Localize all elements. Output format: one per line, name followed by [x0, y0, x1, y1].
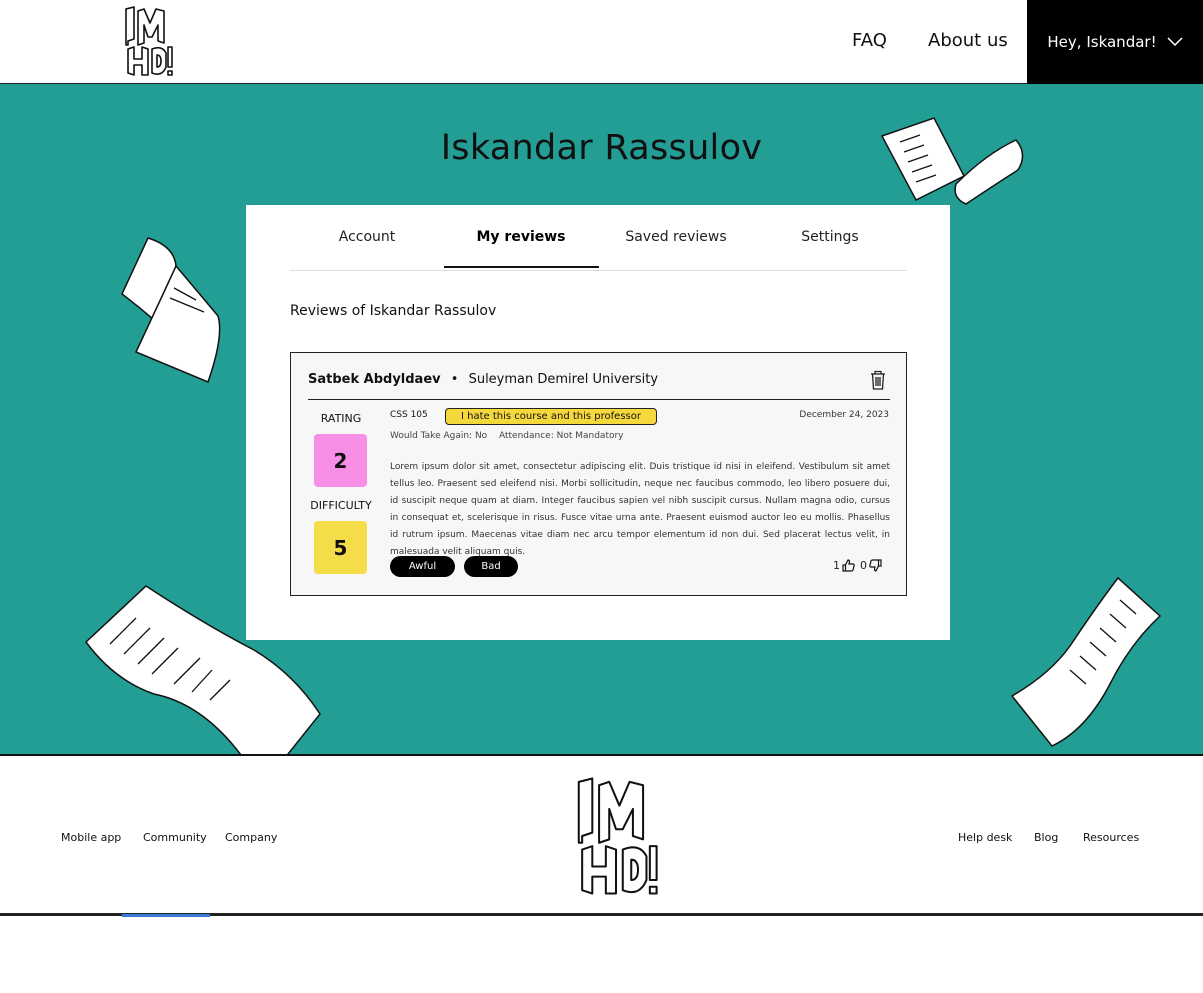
- review-header: Satbek Abdyldaev • Suleyman Demirel Univ…: [308, 372, 658, 387]
- review-card: Satbek Abdyldaev • Suleyman Demirel Univ…: [290, 352, 907, 596]
- site-header: FAQ About us Hey, Iskandar!: [0, 0, 1203, 84]
- header-separator: •: [450, 372, 459, 387]
- section-title: Reviews of Iskandar Rassulov: [290, 303, 497, 319]
- would-take-again: Would Take Again: No: [390, 431, 488, 441]
- footer-link-community[interactable]: Community: [143, 831, 207, 844]
- chevron-down-icon: [1167, 37, 1183, 47]
- tab-account[interactable]: Account: [290, 229, 444, 245]
- course-code: CSS 105: [390, 410, 428, 420]
- footer-link-help-desk[interactable]: Help desk: [958, 831, 1012, 844]
- profile-tabs: Account My reviews Saved reviews Setting…: [290, 205, 907, 271]
- footer-link-blog[interactable]: Blog: [1034, 831, 1058, 844]
- rating-score: 2: [314, 434, 367, 487]
- footer-link-resources[interactable]: Resources: [1083, 831, 1139, 844]
- rating-label: RATING: [320, 412, 362, 425]
- tab-settings[interactable]: Settings: [753, 229, 907, 245]
- thumbs-down-icon: [869, 559, 882, 572]
- dislike-count: 0: [860, 559, 867, 572]
- difficulty-label: DIFFICULTY: [310, 499, 372, 512]
- tab-saved-reviews[interactable]: Saved reviews: [599, 229, 753, 245]
- user-menu-button[interactable]: Hey, Iskandar!: [1027, 0, 1203, 84]
- active-tab-indicator: [444, 266, 599, 268]
- paper-sheet-decoration: [1010, 576, 1162, 747]
- imho-logo[interactable]: [122, 5, 174, 77]
- footer-link-mobile-app[interactable]: Mobile app: [61, 831, 121, 844]
- review-date: December 24, 2023: [799, 410, 889, 420]
- chip-awful[interactable]: Awful: [390, 556, 455, 577]
- site-footer: Mobile app Community Company Help desk B…: [0, 754, 1203, 916]
- review-university[interactable]: Suleyman Demirel University: [469, 372, 658, 387]
- like-button[interactable]: 1: [833, 559, 855, 572]
- review-author[interactable]: Satbek Abdyldaev: [308, 372, 441, 387]
- review-tag: I hate this course and this professor: [445, 408, 657, 425]
- attendance: Attendance: Not Mandatory: [499, 431, 624, 441]
- dislike-button[interactable]: 0: [860, 559, 882, 572]
- difficulty-score: 5: [314, 521, 367, 574]
- review-divider: [308, 399, 890, 400]
- scroll-indicator: [122, 914, 210, 917]
- nav-faq[interactable]: FAQ: [852, 30, 887, 51]
- like-count: 1: [833, 559, 840, 572]
- paper-sheet-decoration: [121, 237, 221, 383]
- profile-card: Account My reviews Saved reviews Setting…: [246, 205, 950, 640]
- tab-my-reviews[interactable]: My reviews: [444, 229, 598, 245]
- footer-link-company[interactable]: Company: [225, 831, 277, 844]
- thumbs-up-icon: [842, 559, 855, 572]
- trash-icon[interactable]: [870, 370, 886, 390]
- review-text: Lorem ipsum dolor sit amet, consectetur …: [390, 462, 890, 557]
- chip-bad[interactable]: Bad: [464, 556, 518, 577]
- imho-logo[interactable]: [572, 774, 660, 898]
- paper-sheet-decoration: [880, 117, 1024, 205]
- user-menu-label: Hey, Iskandar!: [1047, 33, 1157, 51]
- nav-about-us[interactable]: About us: [928, 30, 1008, 51]
- profile-hero: Iskandar Rassulov Account My reviews Sav…: [0, 84, 1203, 754]
